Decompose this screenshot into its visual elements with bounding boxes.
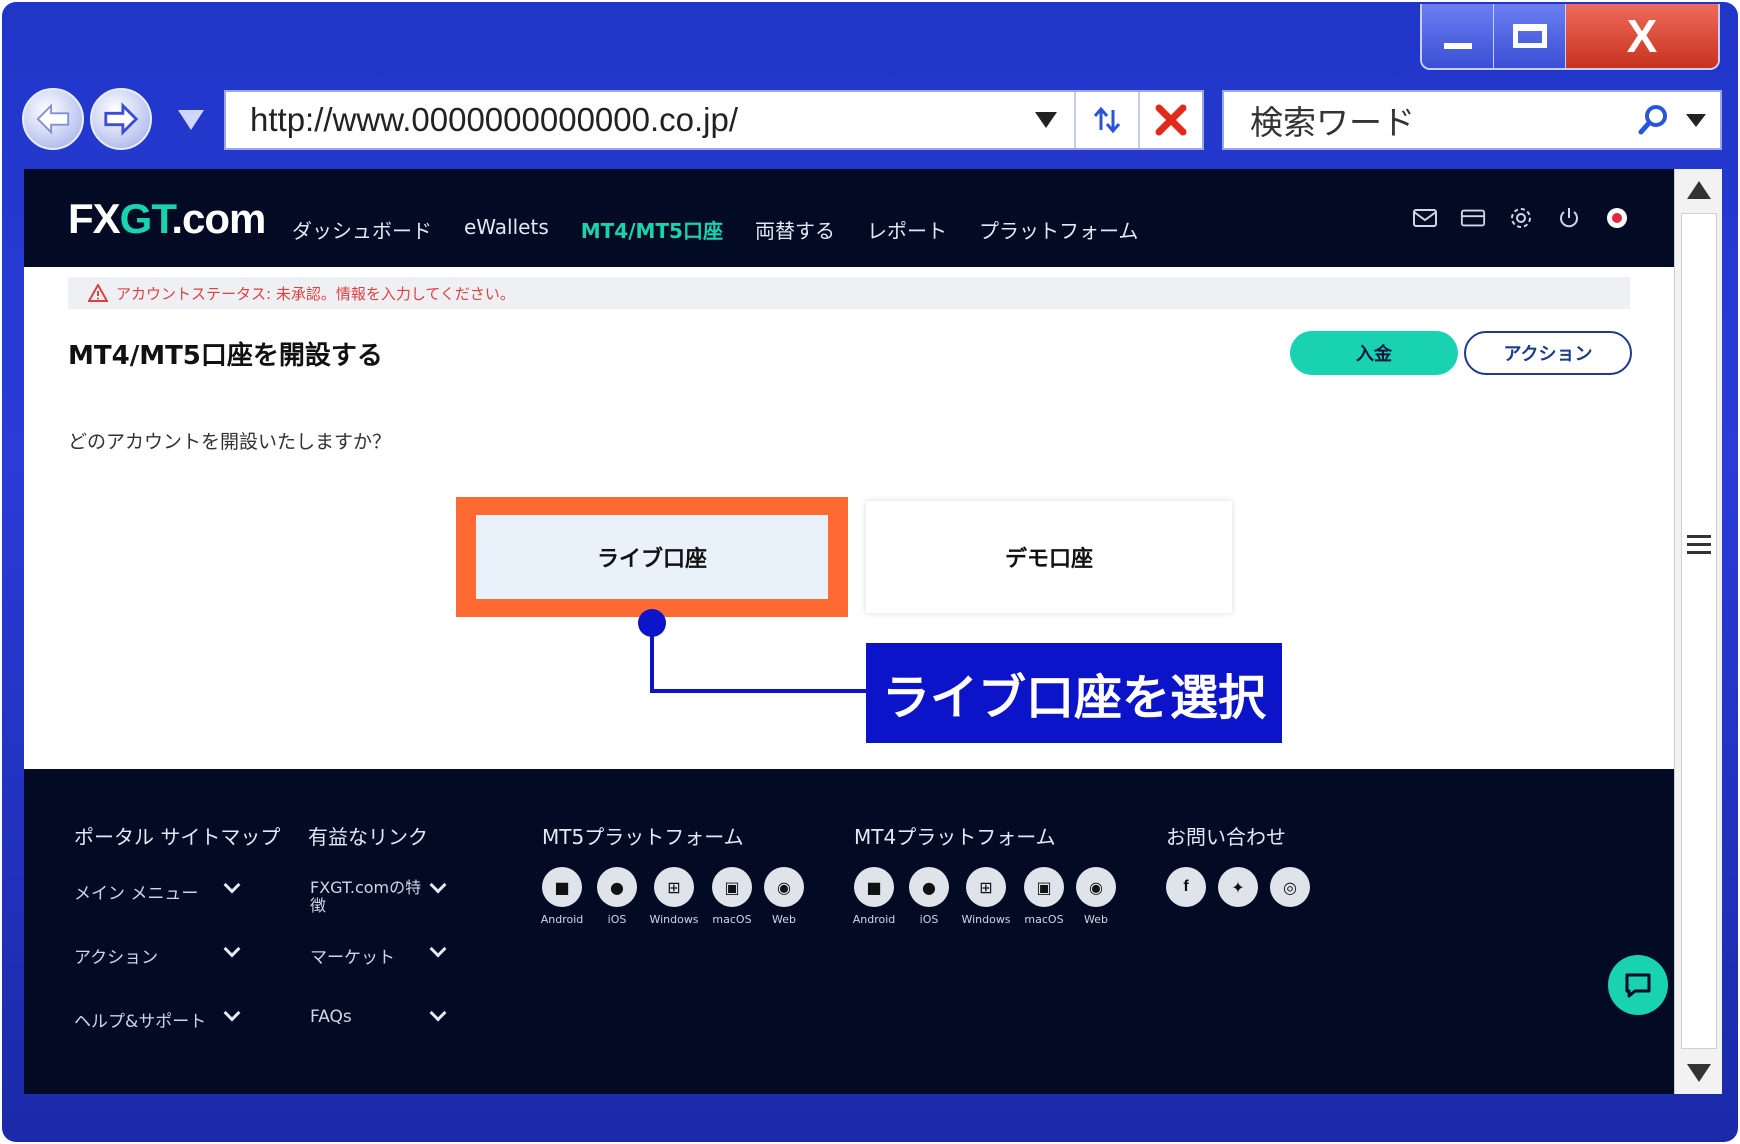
callout-dot (638, 609, 666, 637)
menu-exchange[interactable]: 両替する (755, 215, 835, 244)
scroll-thumb[interactable] (1681, 213, 1717, 1049)
footer-sitemap-title: ポータル サイトマップ (74, 825, 281, 849)
alert-text: アカウントステータス: 未承認。情報を入力してください。 (116, 284, 515, 303)
footer-contact-title: お問い合わせ (1166, 825, 1286, 849)
scroll-grip-icon (1687, 535, 1711, 559)
arrow-left-icon (36, 103, 70, 135)
chevron-down-icon[interactable] (429, 1004, 447, 1022)
footer-mt4-title: MT4プラットフォーム (854, 825, 1056, 849)
windows-icon[interactable]: ⊞ (654, 867, 694, 907)
menu-platform[interactable]: プラットフォーム (979, 215, 1138, 244)
power-icon[interactable] (1556, 205, 1582, 231)
web-label: Web (772, 913, 796, 926)
window-controls: X (1420, 4, 1720, 70)
browser-window: X http://www.0000000000000.co.jp/ 検索ワード (2, 2, 1738, 1142)
footer-mt5-title: MT5プラットフォーム (542, 825, 744, 849)
apple-icon[interactable]: ● (597, 867, 637, 907)
chevron-down-icon[interactable] (223, 940, 241, 958)
menu-mt4-mt5[interactable]: MT4/MT5口座 (581, 215, 723, 244)
macos-icon[interactable]: ▣ (1024, 867, 1064, 907)
footer-links-title: 有益なリンク (308, 825, 428, 849)
page-title: MT4/MT5口座を開設する (68, 341, 383, 371)
footer-features-link[interactable]: FXGT.comの特徴 (310, 879, 428, 915)
menu-dashboard[interactable]: ダッシュボード (292, 215, 432, 244)
maximize-icon (1512, 24, 1547, 48)
url-text[interactable]: http://www.0000000000000.co.jp/ (226, 101, 1018, 139)
page-viewport: FXGT.com ダッシュボード eWallets MT4/MT5口座 両替する… (24, 169, 1674, 1094)
back-button[interactable] (22, 88, 84, 150)
deposit-button[interactable]: 入金 (1290, 331, 1458, 375)
arrow-right-icon (104, 102, 139, 136)
forward-button[interactable] (90, 88, 152, 150)
live-account-option[interactable]: ライブ口座 (476, 515, 828, 599)
search-dropdown-icon[interactable] (1686, 113, 1706, 127)
ticket-icon[interactable] (1460, 205, 1486, 231)
web-label: Web (1084, 913, 1108, 926)
android-icon[interactable]: ■ (542, 867, 582, 907)
callout-label: ライブ口座を選択 (866, 643, 1282, 743)
instagram-icon[interactable]: ◎ (1270, 867, 1310, 907)
scroll-down-icon[interactable] (1687, 1064, 1711, 1082)
maximize-button[interactable] (1494, 4, 1566, 68)
callout-connector-horizontal (650, 689, 890, 693)
menu-ewallets[interactable]: eWallets (464, 215, 549, 244)
macos-icon[interactable]: ▣ (712, 867, 752, 907)
windows-icon[interactable]: ⊞ (966, 867, 1006, 907)
fxgt-logo[interactable]: FXGT.com (68, 195, 266, 243)
apple-icon[interactable]: ● (909, 867, 949, 907)
search-input[interactable]: 検索ワード (1224, 96, 1636, 144)
account-status-alert: アカウントステータス: 未承認。情報を入力してください。 (68, 277, 1630, 309)
footer-help-link[interactable]: ヘルプ&サポート (74, 1007, 206, 1032)
main-menu: ダッシュボード eWallets MT4/MT5口座 両替する レポート プラッ… (292, 215, 1170, 244)
vertical-scrollbar[interactable] (1674, 169, 1722, 1094)
flag-japan-icon[interactable] (1604, 205, 1630, 231)
web-icon[interactable]: ◉ (1076, 867, 1116, 907)
warning-icon (88, 284, 108, 302)
footer-market-link[interactable]: マーケット (310, 943, 395, 968)
demo-account-option[interactable]: デモ口座 (866, 501, 1232, 613)
url-dropdown-button[interactable] (1018, 92, 1074, 148)
refresh-icon (1093, 106, 1121, 134)
android-icon[interactable]: ■ (854, 867, 894, 907)
mail-icon[interactable] (1412, 205, 1438, 231)
header-icons (1412, 205, 1630, 231)
close-icon: X (1626, 10, 1658, 62)
account-type-question: どのアカウントを開設いたしますか？ (68, 431, 392, 453)
chat-bubble-icon (1625, 973, 1651, 998)
search-icon[interactable] (1636, 102, 1672, 138)
history-dropdown-icon[interactable] (178, 110, 204, 130)
web-icon[interactable]: ◉ (764, 867, 804, 907)
chevron-down-icon[interactable] (429, 940, 447, 958)
search-box[interactable]: 検索ワード (1222, 90, 1722, 150)
footer-action-link[interactable]: アクション (74, 943, 158, 968)
stop-x-icon (1155, 104, 1187, 136)
menu-report[interactable]: レポート (867, 215, 947, 244)
minimize-button[interactable] (1422, 4, 1494, 68)
twitter-icon[interactable]: ✦ (1218, 867, 1258, 907)
action-button[interactable]: アクション (1464, 331, 1632, 375)
facebook-icon[interactable]: f (1166, 867, 1206, 907)
chevron-down-icon[interactable] (223, 876, 241, 894)
site-header: FXGT.com ダッシュボード eWallets MT4/MT5口座 両替する… (24, 169, 1674, 267)
site-footer: ポータル サイトマップ メイン メニュー アクション ヘルプ&サポート 有益なリ… (24, 769, 1674, 1094)
stop-button[interactable] (1138, 92, 1202, 148)
refresh-button[interactable] (1074, 92, 1138, 148)
gear-icon[interactable] (1508, 205, 1534, 231)
footer-main-menu-link[interactable]: メイン メニュー (74, 879, 198, 904)
chevron-down-icon[interactable] (429, 876, 447, 894)
chevron-down-icon (1035, 112, 1057, 128)
address-bar[interactable]: http://www.0000000000000.co.jp/ (224, 90, 1204, 150)
close-window-button[interactable]: X (1566, 4, 1718, 68)
footer-faqs-link[interactable]: FAQs (310, 1007, 352, 1027)
chevron-down-icon[interactable] (223, 1004, 241, 1022)
chat-button[interactable] (1608, 955, 1668, 1015)
minimize-icon (1443, 43, 1472, 49)
scroll-up-icon[interactable] (1687, 181, 1711, 199)
